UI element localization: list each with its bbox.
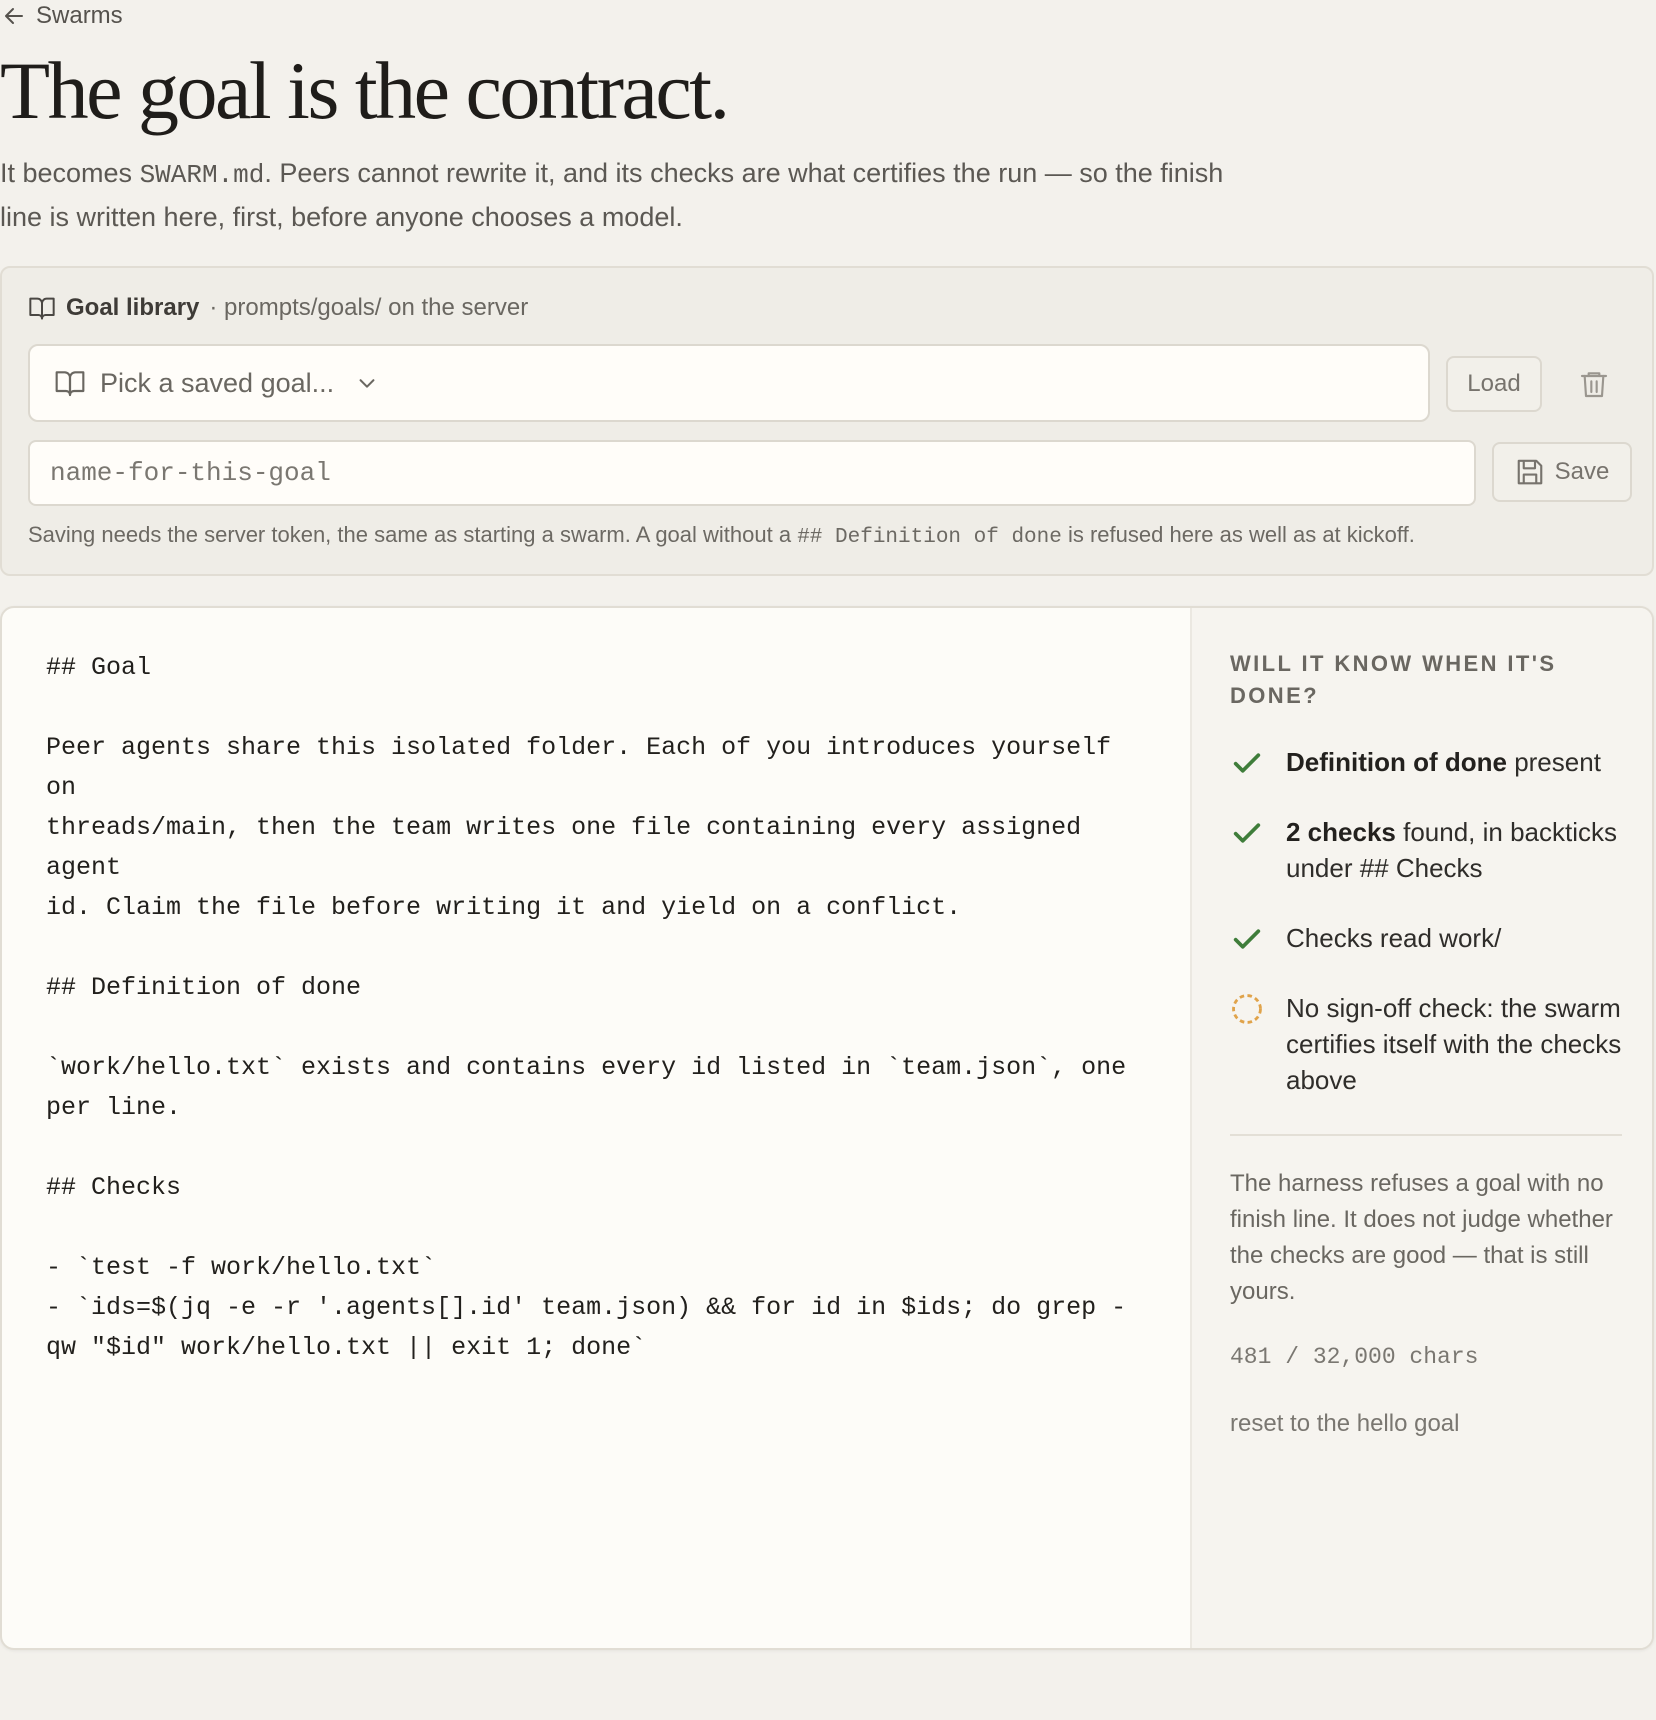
book-icon: [29, 297, 55, 320]
check-list: Definition of done present 2 checks foun…: [1230, 744, 1630, 1132]
check-item-bold: Definition of done: [1286, 747, 1507, 777]
page-title: The goal is the contract.: [0, 45, 730, 136]
goal-library-header: Goal library · prompts/goals/ on the ser…: [28, 294, 528, 322]
page-description: It becomes SWARM.md. Peers cannot rewrit…: [0, 152, 1230, 238]
back-link-label: Swarms: [36, 2, 123, 29]
saved-goal-select[interactable]: Pick a saved goal...: [28, 344, 1430, 422]
check-item-reads-work: Checks read work/: [1230, 920, 1630, 956]
dashed-circle-icon: [1232, 994, 1262, 1024]
goal-markdown-editor[interactable]: ## Goal Peer agents share this isolated …: [2, 608, 1190, 1648]
done-check-heading: WILL IT KNOW WHEN IT'S DONE?: [1230, 651, 1557, 708]
goal-library-title: Goal library: [66, 294, 200, 321]
goal-name-input[interactable]: [28, 440, 1476, 506]
checkmark-icon: [1233, 929, 1261, 949]
note-text-1: Saving needs the server token, the same …: [28, 522, 798, 547]
char-count: 481 / 32,000 chars: [1230, 1344, 1479, 1370]
save-button-label: Save: [1554, 458, 1610, 485]
arrow-left-icon: [5, 8, 23, 24]
page: Swarms The goal is the contract. It beco…: [0, 0, 1656, 1720]
harness-note: The harness refuses a goal with no finis…: [1230, 1170, 1613, 1305]
delete-goal-button[interactable]: [1572, 362, 1616, 406]
book-icon: [55, 371, 85, 397]
check-item-text: No sign-off check: the swarm certifies i…: [1286, 993, 1622, 1095]
goal-library-subtitle: · prompts/goals/ on the server: [209, 294, 529, 321]
goal-editor-card: ## Goal Peer agents share this isolated …: [0, 606, 1654, 1650]
note-text-2: is refused here as well as at kickoff.: [1061, 522, 1415, 547]
reset-goal-link[interactable]: reset to the hello goal: [1230, 1410, 1460, 1438]
save-button[interactable]: Save: [1492, 442, 1632, 502]
check-item-definition: Definition of done present: [1230, 744, 1630, 780]
trash-icon: [1580, 372, 1608, 398]
load-button[interactable]: Load: [1446, 356, 1542, 412]
check-item-text: Checks read work/: [1286, 923, 1502, 953]
chevron-down-icon: [359, 379, 375, 388]
load-button-label: Load: [1467, 370, 1521, 397]
check-item-text: present: [1506, 747, 1601, 777]
check-item-checks-found: 2 checks found, in backticks under ## Ch…: [1230, 814, 1630, 886]
goal-library-panel: Goal library · prompts/goals/ on the ser…: [0, 266, 1654, 576]
sidebar-divider: [1230, 1134, 1622, 1136]
checkmark-icon: [1233, 753, 1261, 773]
save-icon: [1517, 459, 1542, 485]
saved-goal-select-label: Pick a saved goal...: [100, 367, 335, 398]
goal-library-note: Saving needs the server token, the same …: [28, 522, 1628, 549]
back-link[interactable]: Swarms: [2, 2, 123, 30]
checkmark-icon: [1233, 823, 1261, 843]
note-code: ## Definition of done: [797, 526, 1062, 549]
done-check-sidebar: WILL IT KNOW WHEN IT'S DONE? Definition …: [1190, 608, 1652, 1648]
check-item-sign-off: No sign-off check: the swarm certifies i…: [1230, 990, 1630, 1098]
lede-text-1: It becomes: [0, 158, 140, 188]
check-item-bold: 2 checks: [1286, 817, 1396, 847]
lede-code: SWARM.md: [139, 160, 265, 190]
